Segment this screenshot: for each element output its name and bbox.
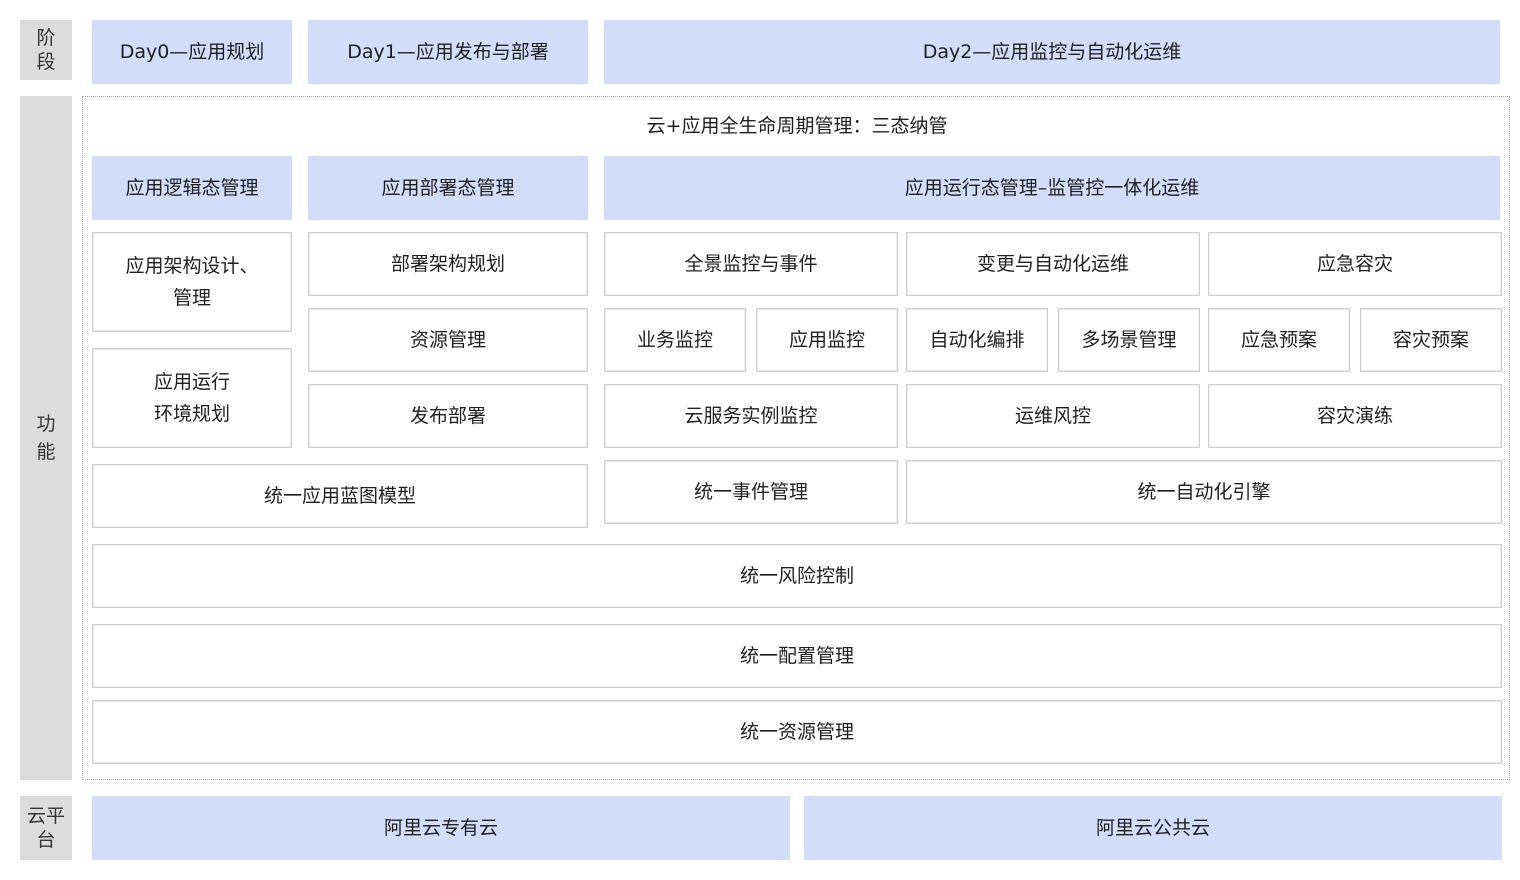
platform-public-cloud: 阿里云公共云 [804,796,1502,860]
cell-unified-event-management: 统一事件管理 [604,460,898,524]
cell-change-automation-ops: 变更与自动化运维 [906,232,1200,296]
platform-private-cloud: 阿里云专有云 [92,796,790,860]
cell-business-monitoring-label: 业务监控 [636,329,713,351]
cell-dr-plan: 容灾预案 [1360,308,1502,372]
cell-emergency-plan: 应急预案 [1208,308,1350,372]
cell-deploy-arch-planning-label: 部署架构规划 [390,253,505,275]
cell-app-monitoring: 应用监控 [756,308,898,372]
cell-dr-plan-label: 容灾预案 [1392,329,1469,351]
platform-side-label: 云平 台 [20,796,72,860]
cell-unified-resource-management: 统一资源管理 [92,700,1502,764]
cell-resource-management: 资源管理 [308,308,588,372]
cell-runtime-env-planning-text: 应用运行 环境规划 [154,366,230,430]
cell-emergency-disaster-recovery: 应急容灾 [1208,232,1502,296]
cell-unified-automation-engine-label: 统一自动化引擎 [1137,481,1271,503]
stage-side-label: 阶 段 [20,20,72,80]
cell-unified-resource-management-label: 统一资源管理 [739,721,854,743]
cell-cloud-instance-monitoring-label: 云服务实例监控 [684,405,818,427]
cell-ops-risk-control-label: 运维风控 [1014,405,1091,427]
platform-public-cloud-label: 阿里云公共云 [1095,817,1210,839]
cell-panoramic-monitoring: 全景监控与事件 [604,232,898,296]
header-logical-state-label: 应用逻辑态管理 [125,177,259,199]
cell-multi-scene-management: 多场景管理 [1058,308,1200,372]
cell-deploy-arch-planning: 部署架构规划 [308,232,588,296]
cell-app-architecture-design-text: 应用架构设计、 管理 [125,250,258,314]
stage-day1: Day1—应用发布与部署 [308,20,588,84]
cell-emergency-disaster-recovery-label: 应急容灾 [1316,253,1393,275]
header-logical-state: 应用逻辑态管理 [92,156,292,220]
cell-dr-drill-label: 容灾演练 [1316,405,1393,427]
cell-release-deploy-label: 发布部署 [409,405,486,427]
function-side-label-text: 功 能 [36,413,56,463]
stage-day0-label: Day0—应用规划 [119,41,265,63]
cell-auto-orchestration: 自动化编排 [906,308,1048,372]
cell-app-architecture-design-line1: 应用架构设计、 [125,255,259,277]
cell-auto-orchestration-label: 自动化编排 [929,329,1025,351]
stage-day1-label: Day1—应用发布与部署 [347,41,549,63]
cell-unified-risk-control: 统一风险控制 [92,544,1502,608]
cell-change-automation-ops-label: 变更与自动化运维 [976,253,1129,275]
cell-unified-event-management-label: 统一事件管理 [693,481,808,503]
platform-private-cloud-label: 阿里云专有云 [383,817,498,839]
cell-unified-automation-engine: 统一自动化引擎 [906,460,1502,524]
function-area-title: 云+应用全生命周期管理：三态纳管 [92,106,1502,146]
cell-runtime-env-planning: 应用运行 环境规划 [92,348,292,448]
function-area-title-text: 云+应用全生命周期管理：三态纳管 [646,115,948,137]
cell-app-architecture-design-line2: 管理 [172,287,211,309]
cell-cloud-instance-monitoring: 云服务实例监控 [604,384,898,448]
cell-unified-risk-control-label: 统一风险控制 [739,565,854,587]
cell-resource-management-label: 资源管理 [409,329,486,351]
cell-runtime-env-planning-line1: 应用运行 [153,371,230,393]
header-runtime-state-label: 应用运行态管理–监管控一体化运维 [904,177,1200,199]
header-runtime-state: 应用运行态管理–监管控一体化运维 [604,156,1500,220]
stage-day2: Day2—应用监控与自动化运维 [604,20,1500,84]
cell-release-deploy: 发布部署 [308,384,588,448]
cell-app-monitoring-label: 应用监控 [788,329,865,351]
platform-side-label-text: 云平 台 [26,805,65,851]
cell-unified-config-management: 统一配置管理 [92,624,1502,688]
cell-emergency-plan-label: 应急预案 [1240,329,1317,351]
cell-app-architecture-design: 应用架构设计、 管理 [92,232,292,332]
cell-multi-scene-management-label: 多场景管理 [1081,329,1177,351]
function-side-label: 功 能 [20,96,72,780]
stage-side-label-text: 阶 段 [36,27,56,73]
stage-day0: Day0—应用规划 [92,20,292,84]
stage-day2-label: Day2—应用监控与自动化运维 [922,41,1182,63]
cell-unified-blueprint-model-label: 统一应用蓝图模型 [263,485,416,507]
header-deploy-state: 应用部署态管理 [308,156,588,220]
cell-unified-config-management-label: 统一配置管理 [739,645,854,667]
header-deploy-state-label: 应用部署态管理 [381,177,515,199]
cell-unified-blueprint-model: 统一应用蓝图模型 [92,464,588,528]
cell-business-monitoring: 业务监控 [604,308,746,372]
cell-panoramic-monitoring-label: 全景监控与事件 [684,253,818,275]
cell-runtime-env-planning-line2: 环境规划 [153,403,230,425]
cell-dr-drill: 容灾演练 [1208,384,1502,448]
cell-ops-risk-control: 运维风控 [906,384,1200,448]
